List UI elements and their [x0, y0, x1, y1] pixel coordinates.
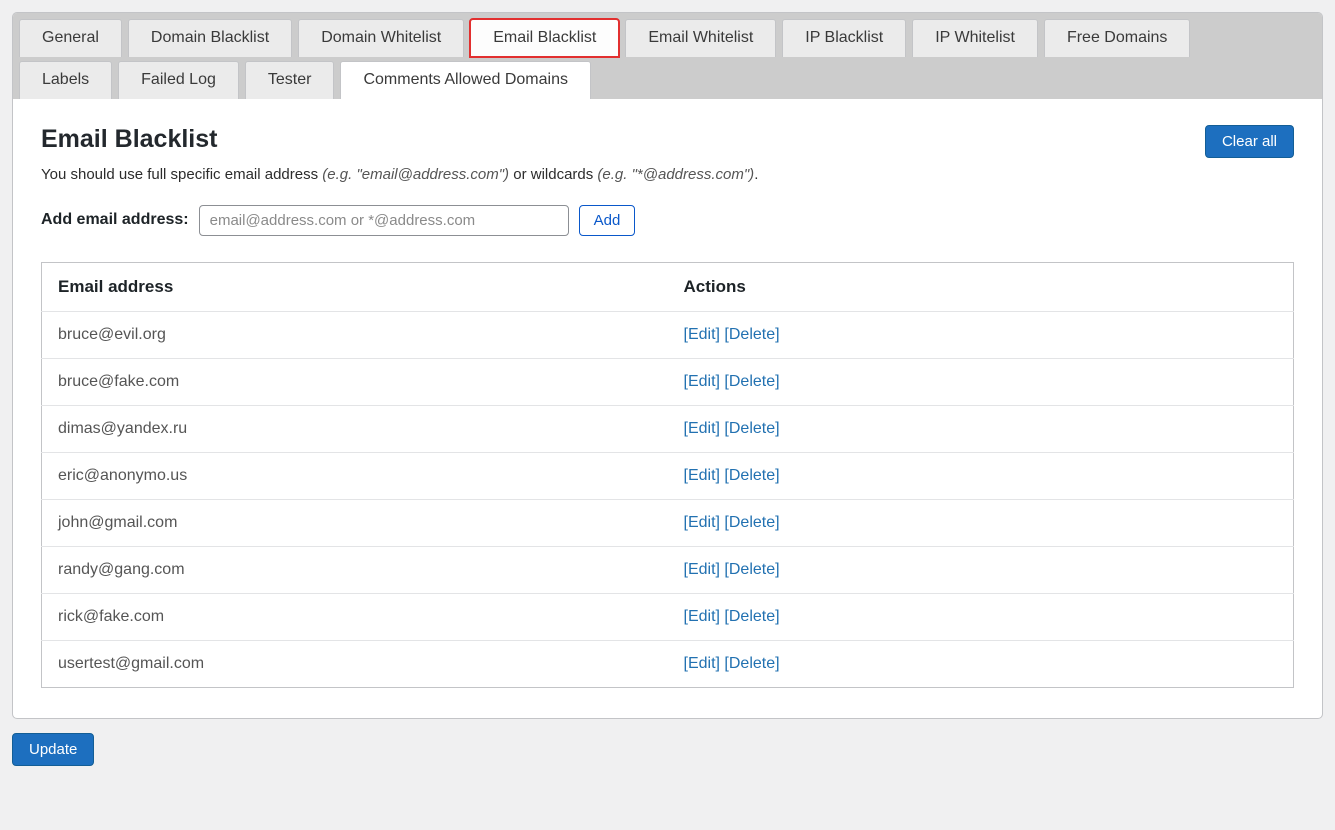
add-email-form: Add email address: Add — [41, 205, 1294, 236]
tab-comments-allowed-domains[interactable]: Comments Allowed Domains — [340, 61, 591, 99]
col-header-actions: Actions — [668, 262, 1294, 311]
tab-tester[interactable]: Tester — [245, 61, 335, 99]
blacklist-table: Email address Actions bruce@evil.org[Edi… — [41, 262, 1294, 688]
actions-cell: [Edit] [Delete] — [668, 358, 1294, 405]
tab-content: Email Blacklist Clear all You should use… — [13, 99, 1322, 718]
email-cell: usertest@gmail.com — [42, 640, 668, 687]
tab-general[interactable]: General — [19, 19, 122, 57]
actions-cell: [Edit] [Delete] — [668, 640, 1294, 687]
email-cell: john@gmail.com — [42, 499, 668, 546]
actions-cell: [Edit] [Delete] — [668, 405, 1294, 452]
delete-link[interactable]: [Delete] — [724, 467, 779, 484]
settings-panel: GeneralDomain BlacklistDomain WhitelistE… — [12, 12, 1323, 719]
tabs-row-2: LabelsFailed LogTesterComments Allowed D… — [19, 61, 1316, 99]
add-email-input[interactable] — [199, 205, 569, 236]
actions-cell: [Edit] [Delete] — [668, 593, 1294, 640]
tab-email-whitelist[interactable]: Email Whitelist — [625, 19, 776, 57]
desc-end: . — [754, 166, 758, 183]
col-header-email: Email address — [42, 262, 668, 311]
edit-link[interactable]: [Edit] — [684, 655, 720, 672]
delete-link[interactable]: [Delete] — [724, 655, 779, 672]
delete-link[interactable]: [Delete] — [724, 608, 779, 625]
tab-ip-whitelist[interactable]: IP Whitelist — [912, 19, 1038, 57]
edit-link[interactable]: [Edit] — [684, 514, 720, 531]
actions-cell: [Edit] [Delete] — [668, 499, 1294, 546]
page-title: Email Blacklist — [41, 125, 217, 154]
delete-link[interactable]: [Delete] — [724, 326, 779, 343]
add-email-label: Add email address: — [41, 211, 189, 229]
actions-cell: [Edit] [Delete] — [668, 452, 1294, 499]
edit-link[interactable]: [Edit] — [684, 561, 720, 578]
tab-failed-log[interactable]: Failed Log — [118, 61, 239, 99]
email-cell: eric@anonymo.us — [42, 452, 668, 499]
delete-link[interactable]: [Delete] — [724, 373, 779, 390]
edit-link[interactable]: [Edit] — [684, 373, 720, 390]
table-row: eric@anonymo.us[Edit] [Delete] — [42, 452, 1294, 499]
email-cell: dimas@yandex.ru — [42, 405, 668, 452]
update-button[interactable]: Update — [12, 733, 94, 766]
clear-all-button[interactable]: Clear all — [1205, 125, 1294, 158]
email-cell: bruce@fake.com — [42, 358, 668, 405]
desc-mid: or wildcards — [509, 166, 597, 183]
email-cell: rick@fake.com — [42, 593, 668, 640]
desc-lead: You should use full specific email addre… — [41, 166, 322, 183]
table-row: john@gmail.com[Edit] [Delete] — [42, 499, 1294, 546]
email-cell: randy@gang.com — [42, 546, 668, 593]
desc-example-1: (e.g. "email@address.com") — [322, 166, 509, 183]
delete-link[interactable]: [Delete] — [724, 514, 779, 531]
delete-link[interactable]: [Delete] — [724, 420, 779, 437]
add-button[interactable]: Add — [579, 205, 636, 236]
tab-domain-blacklist[interactable]: Domain Blacklist — [128, 19, 292, 57]
actions-cell: [Edit] [Delete] — [668, 311, 1294, 358]
table-row: bruce@evil.org[Edit] [Delete] — [42, 311, 1294, 358]
edit-link[interactable]: [Edit] — [684, 608, 720, 625]
tab-free-domains[interactable]: Free Domains — [1044, 19, 1190, 57]
tabs-container: GeneralDomain BlacklistDomain WhitelistE… — [13, 13, 1322, 99]
table-row: dimas@yandex.ru[Edit] [Delete] — [42, 405, 1294, 452]
delete-link[interactable]: [Delete] — [724, 561, 779, 578]
edit-link[interactable]: [Edit] — [684, 467, 720, 484]
table-row: usertest@gmail.com[Edit] [Delete] — [42, 640, 1294, 687]
edit-link[interactable]: [Edit] — [684, 420, 720, 437]
edit-link[interactable]: [Edit] — [684, 326, 720, 343]
email-cell: bruce@evil.org — [42, 311, 668, 358]
table-row: rick@fake.com[Edit] [Delete] — [42, 593, 1294, 640]
tab-labels[interactable]: Labels — [19, 61, 112, 99]
tabs-row-1: GeneralDomain BlacklistDomain WhitelistE… — [19, 19, 1316, 57]
desc-example-2: (e.g. "*@address.com") — [597, 166, 754, 183]
tab-ip-blacklist[interactable]: IP Blacklist — [782, 19, 906, 57]
table-row: randy@gang.com[Edit] [Delete] — [42, 546, 1294, 593]
actions-cell: [Edit] [Delete] — [668, 546, 1294, 593]
description-text: You should use full specific email addre… — [41, 166, 1294, 183]
tab-domain-whitelist[interactable]: Domain Whitelist — [298, 19, 464, 57]
table-row: bruce@fake.com[Edit] [Delete] — [42, 358, 1294, 405]
tab-email-blacklist[interactable]: Email Blacklist — [470, 19, 619, 57]
